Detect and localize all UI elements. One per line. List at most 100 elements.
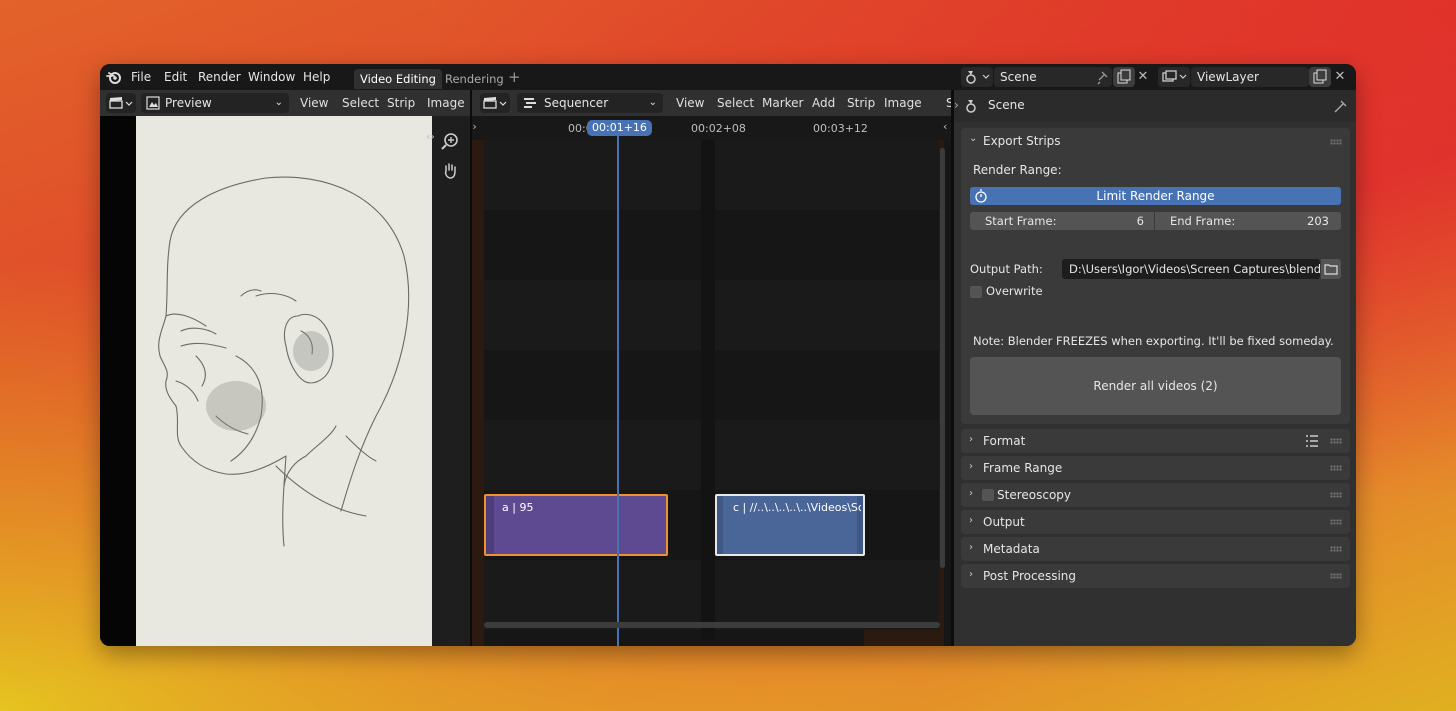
expand-sidebar-icon[interactable]: ‹ xyxy=(943,120,947,133)
seq-menu-strip[interactable]: Strip xyxy=(847,95,875,111)
strip-handle-left[interactable] xyxy=(717,496,723,554)
stereoscopy-panel[interactable]: › Stereoscopy xyxy=(961,483,1350,507)
playhead-time[interactable]: 00:01+16 xyxy=(587,120,652,136)
delete-viewlayer-icon[interactable]: ✕ xyxy=(1333,67,1347,87)
start-frame-field[interactable]: Start Frame: 6 xyxy=(970,212,1154,230)
note-text: Note: Blender FREEZES when exporting. It… xyxy=(973,334,1334,348)
chevron-right-icon: › xyxy=(969,569,973,580)
sidebar-toggle-icon[interactable]: › xyxy=(954,98,959,112)
collapse-arrows-icon[interactable]: ‹› xyxy=(426,130,435,143)
menu-file[interactable]: File xyxy=(131,69,151,85)
add-workspace-icon[interactable]: + xyxy=(508,69,521,85)
chevron-right-icon: › xyxy=(969,515,973,526)
preview-header: Preview ⌄ View Select Strip Image xyxy=(100,90,470,116)
view-type-dropdown[interactable]: Preview ⌄ xyxy=(141,93,289,113)
sequencer-timeline[interactable]: 00:0 00:02+08 00:03+12 ‹› ‹ a | 95 c | /… xyxy=(472,116,951,646)
preview-menu-strip[interactable]: Strip xyxy=(387,95,415,111)
drag-handle-icon[interactable] xyxy=(1330,139,1342,145)
area-separator[interactable] xyxy=(470,90,472,646)
metadata-panel[interactable]: › Metadata xyxy=(961,537,1350,561)
overwrite-checkbox[interactable] xyxy=(970,286,982,298)
panel-title[interactable]: Export Strips xyxy=(983,134,1061,148)
frame-range-panel[interactable]: › Frame Range xyxy=(961,456,1350,480)
new-viewlayer-button[interactable] xyxy=(1309,67,1331,87)
strip-label: a | 95 xyxy=(502,501,534,514)
drag-handle-icon[interactable] xyxy=(1330,519,1342,525)
post-processing-panel[interactable]: › Post Processing xyxy=(961,564,1350,588)
collapse-arrows-icon[interactable]: ‹› xyxy=(472,120,477,133)
properties-header: › Scene xyxy=(954,90,1356,122)
editor-type-button[interactable] xyxy=(480,93,510,113)
chevron-down-icon[interactable]: ⌄ xyxy=(969,133,977,144)
sequencer-header: Sequencer ⌄ View Select Marker Add Strip… xyxy=(472,90,954,116)
tick-label: 00:02+08 xyxy=(691,122,746,135)
drag-handle-icon[interactable] xyxy=(1330,438,1342,444)
properties-context: Scene xyxy=(988,98,1025,112)
tab-video-editing[interactable]: Video Editing xyxy=(354,69,442,89)
panel-title: Output xyxy=(983,515,1025,529)
menu-help[interactable]: Help xyxy=(303,69,330,85)
render-all-videos-button[interactable]: Render all videos (2) xyxy=(970,357,1341,415)
time-ruler[interactable]: 00:0 00:02+08 00:03+12 ‹› ‹ xyxy=(472,116,951,140)
zoom-icon[interactable] xyxy=(441,132,459,150)
playhead-line[interactable] xyxy=(617,136,619,646)
viewlayer-name-field[interactable]: ViewLayer xyxy=(1191,67,1309,87)
menu-render[interactable]: Render xyxy=(198,69,241,85)
new-scene-button[interactable] xyxy=(1113,67,1135,87)
seq-menu-marker[interactable]: Marker xyxy=(762,95,803,111)
chevron-right-icon: › xyxy=(969,488,973,499)
hand-pan-icon[interactable] xyxy=(441,162,459,180)
limit-render-range-toggle[interactable]: Limit Render Range xyxy=(970,187,1341,205)
preview-canvas[interactable]: ‹› xyxy=(100,116,470,646)
editor-type-button[interactable] xyxy=(106,93,136,113)
seq-menu-view[interactable]: View xyxy=(676,95,704,111)
strip-handle-left[interactable] xyxy=(486,496,494,554)
pin-scene-icon[interactable] xyxy=(1094,67,1110,87)
menu-edit[interactable]: Edit xyxy=(164,69,187,85)
overwrite-label[interactable]: Overwrite xyxy=(986,284,1043,298)
drag-handle-icon[interactable] xyxy=(1330,465,1342,471)
start-frame-value: 6 xyxy=(1136,214,1144,228)
clapperboard-icon xyxy=(109,97,133,109)
preview-menu-select[interactable]: Select xyxy=(342,95,379,111)
area-separator[interactable] xyxy=(951,90,954,646)
view-type-label: Sequencer xyxy=(544,96,609,110)
scene-browse-button[interactable] xyxy=(961,67,993,87)
presets-list-icon[interactable] xyxy=(1305,434,1319,448)
output-path-field[interactable]: D:\Users\Igor\Videos\Screen Captures\ble… xyxy=(1062,259,1320,279)
preview-menu-image[interactable]: Image xyxy=(427,95,465,111)
export-strips-panel: ⌄ Export Strips Render Range: Limit Rend… xyxy=(961,128,1350,424)
strip-a[interactable]: a | 95 xyxy=(484,494,668,556)
blender-logo-icon[interactable] xyxy=(106,69,122,85)
vertical-scrollbar[interactable] xyxy=(940,148,945,568)
duplicate-icon xyxy=(1313,69,1327,84)
menu-window[interactable]: Window xyxy=(248,69,295,85)
pin-icon[interactable] xyxy=(1334,98,1348,114)
strip-c[interactable]: c | //..\..\..\..\..\Videos\Scr xyxy=(715,494,865,556)
preview-toolbar: ‹› xyxy=(426,116,470,646)
stereoscopy-checkbox[interactable] xyxy=(982,489,994,501)
drag-handle-icon[interactable] xyxy=(1330,573,1342,579)
viewlayer-browse-button[interactable] xyxy=(1158,67,1190,87)
panel-title: Stereoscopy xyxy=(997,488,1072,502)
end-frame-field[interactable]: End Frame: 203 xyxy=(1155,212,1341,230)
horizontal-scrollbar[interactable] xyxy=(484,622,940,628)
browse-folder-button[interactable] xyxy=(1321,259,1341,279)
seq-menu-image[interactable]: Image xyxy=(884,95,922,111)
seq-menu-add[interactable]: Add xyxy=(812,95,835,111)
end-frame-value: 203 xyxy=(1307,214,1329,228)
format-panel[interactable]: › Format xyxy=(961,429,1350,453)
view-type-dropdown[interactable]: Sequencer ⌄ xyxy=(517,93,663,113)
seq-menu-select[interactable]: Select xyxy=(717,95,754,111)
tab-rendering[interactable]: Rendering xyxy=(439,69,510,89)
limit-render-range-label: Limit Render Range xyxy=(1096,189,1215,203)
output-panel[interactable]: › Output xyxy=(961,510,1350,534)
stopwatch-icon xyxy=(975,189,987,203)
delete-scene-icon[interactable]: ✕ xyxy=(1136,67,1150,87)
preview-area: Preview ⌄ View Select Strip Image ‹› xyxy=(100,90,470,646)
output-path-label: Output Path: xyxy=(970,262,1043,276)
drag-handle-icon[interactable] xyxy=(1330,492,1342,498)
drag-handle-icon[interactable] xyxy=(1330,546,1342,552)
scene-icon xyxy=(966,71,990,84)
preview-menu-view[interactable]: View xyxy=(300,95,328,111)
